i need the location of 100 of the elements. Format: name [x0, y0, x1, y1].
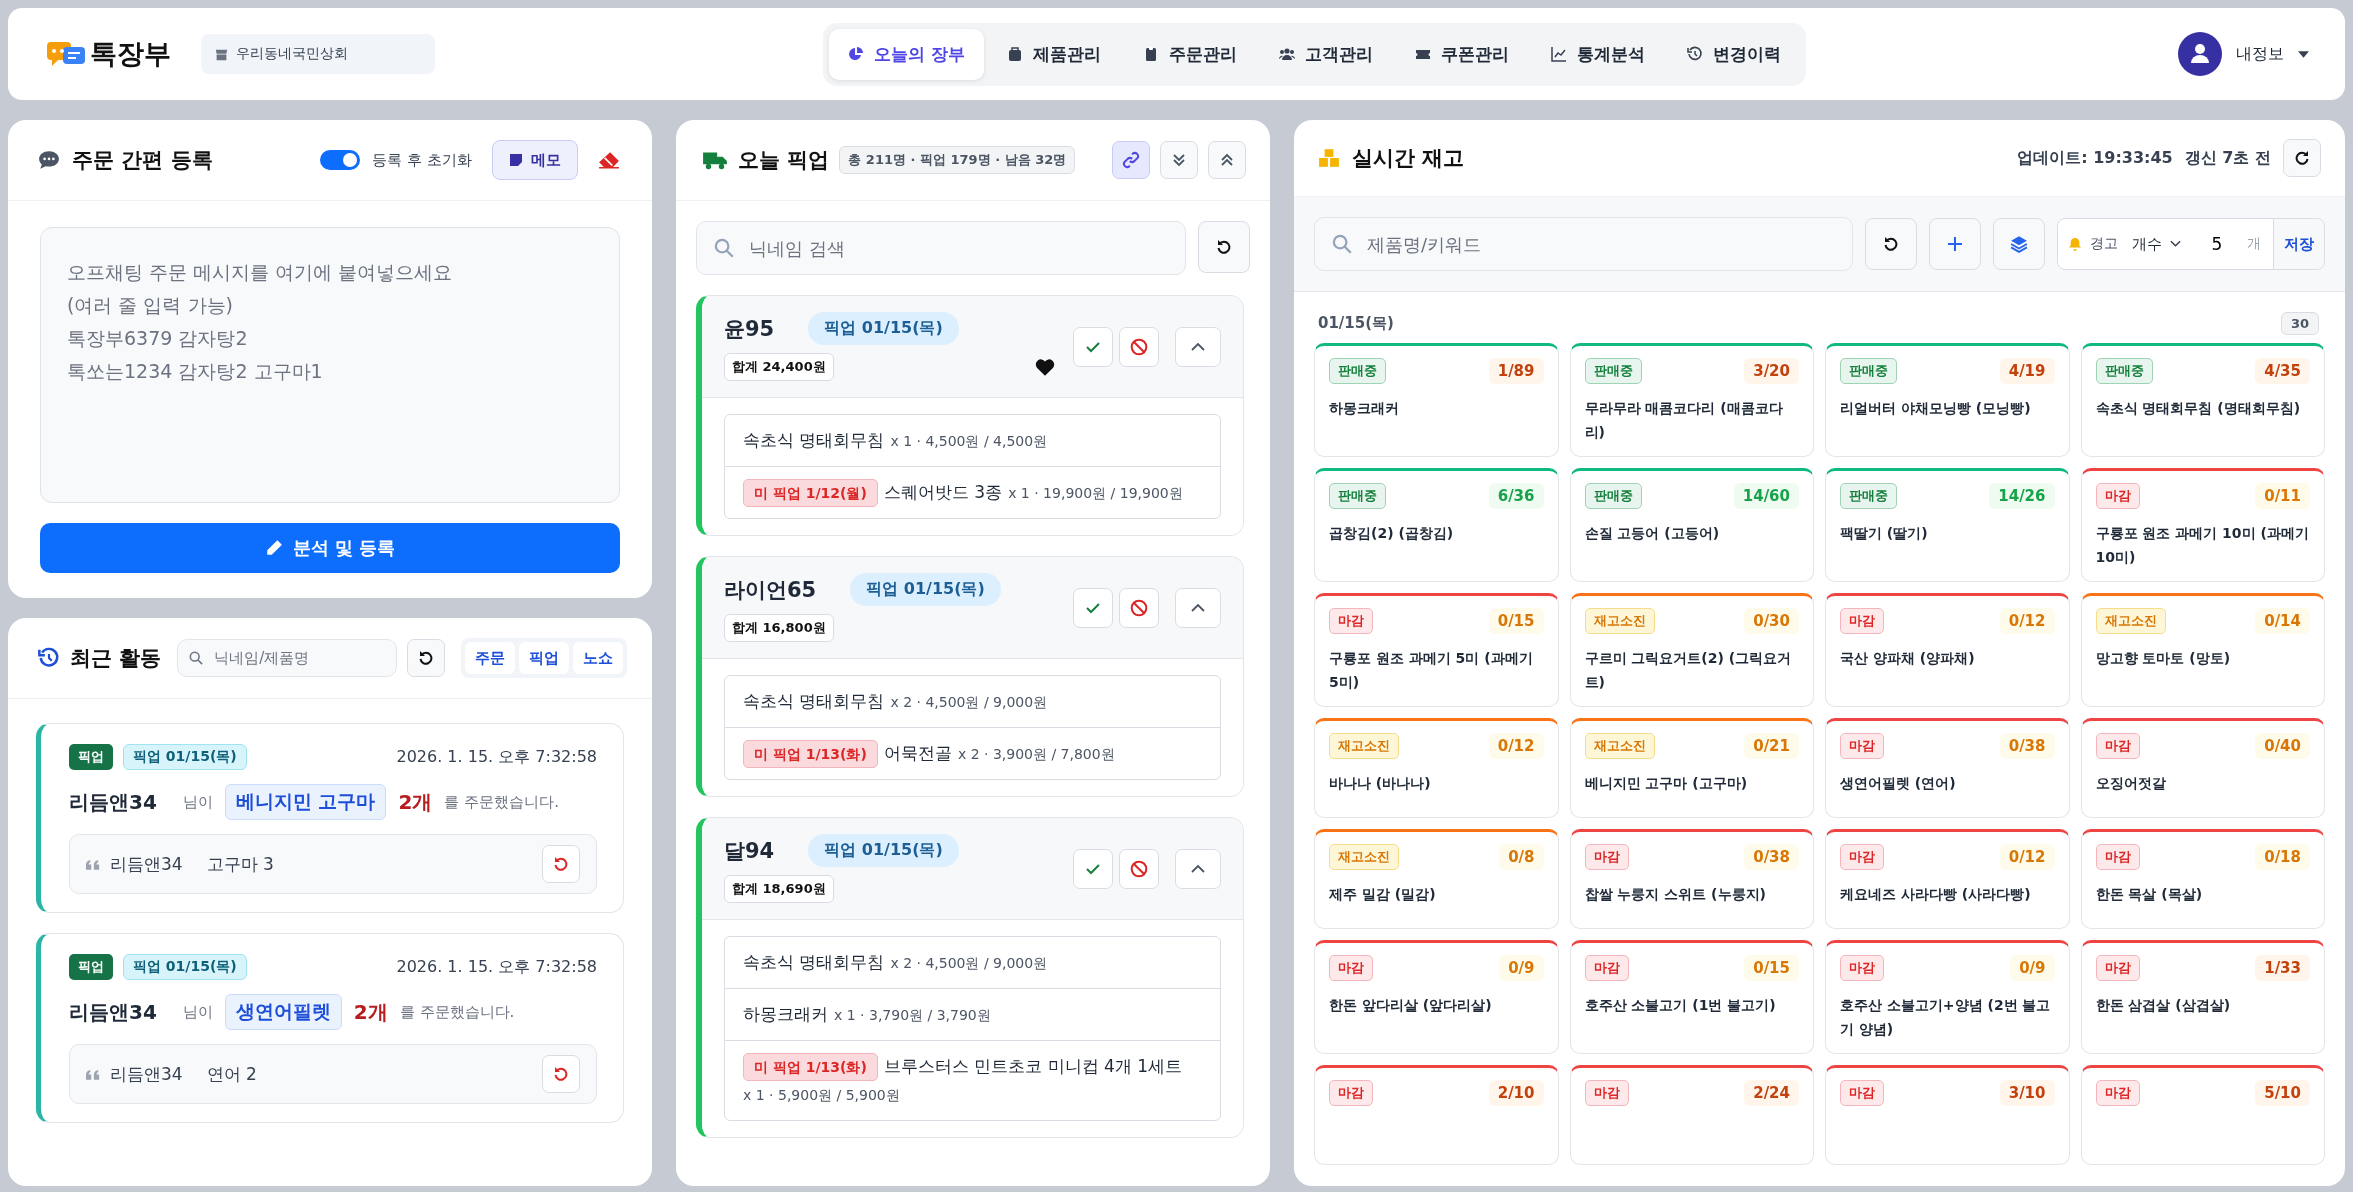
search-field[interactable]: 닉네임/제품명 — [177, 639, 398, 677]
nav-tab[interactable]: 제품관리 — [987, 28, 1120, 80]
stock-card[interactable]: 마감 0/38 생연어필렛 (연어) — [1825, 718, 2070, 818]
filter-button[interactable]: 픽업 — [519, 642, 570, 674]
stock-card[interactable]: 재고소진 0/14 망고향 토마토 (망토) — [2080, 593, 2325, 707]
product-name: 베니지민 고구마 (고구마) — [1584, 774, 1749, 793]
expand-all-button[interactable] — [1160, 141, 1198, 179]
layers-icon — [2010, 235, 2028, 253]
confirm-button[interactable] — [1073, 326, 1113, 367]
collapse-toggle-button[interactable] — [1175, 848, 1221, 889]
memo-button[interactable]: 메모 — [492, 140, 578, 180]
stock-card[interactable]: 마감 0/38 찹쌀 누룽지 스위트 (누룽지) — [1569, 829, 1814, 929]
stock-card[interactable]: 판매중 1/89 하몽크래커 — [1314, 343, 1559, 457]
search-field[interactable]: 제품명/키워드 — [1314, 217, 1853, 271]
order-verb-text: 를 주문했습니다. — [399, 1002, 515, 1022]
stock-card[interactable]: 재고소진 0/21 베니지민 고구마 (고구마) — [1569, 718, 1814, 818]
stock-card[interactable]: 판매중 14/26 팩딸기 (딸기) — [1825, 468, 2070, 582]
stock-count: 0/21 — [1744, 733, 1799, 759]
stock-card[interactable]: 마감 0/18 한돈 목살 (목살) — [2080, 829, 2325, 929]
no-show-button[interactable] — [1119, 848, 1159, 889]
confirm-button[interactable] — [1073, 587, 1113, 628]
activity-type-tag: 픽업 — [69, 744, 113, 770]
nav-tab[interactable]: 쿠폰관리 — [1395, 28, 1528, 80]
stock-card[interactable]: 마감 2/10 — [1314, 1065, 1559, 1165]
item-price-detail: x 1 · 5,900원 / 5,900원 — [743, 1086, 900, 1105]
item-name: 스퀘어밧드 3종 — [883, 481, 1003, 504]
stock-card[interactable]: 마감 2/24 — [1569, 1065, 1814, 1165]
customer-name: 달94 — [724, 837, 775, 865]
user-menu[interactable]: 내정보 — [2172, 31, 2315, 77]
confirm-button[interactable] — [1073, 848, 1113, 889]
stock-count: 0/11 — [2255, 483, 2310, 509]
reset-button[interactable] — [1865, 218, 1917, 270]
chevron-down-icon — [2170, 240, 2181, 248]
panel-title: 최근 활동 — [70, 645, 162, 672]
nav-tab[interactable]: 오늘의 장부 — [829, 28, 984, 80]
stock-card[interactable]: 판매중 3/20 무라무라 매콤코다리 (매콤코다리) — [1569, 343, 1814, 457]
subject-particle: 님이 — [182, 792, 213, 812]
double-chevron-up-icon — [1219, 152, 1235, 168]
stock-card[interactable]: 마감 0/40 오징어젓갈 — [2080, 718, 2325, 818]
status-badge: 마감 — [2095, 844, 2140, 870]
stock-card[interactable]: 재고소진 0/12 바나나 (바나나) — [1314, 718, 1559, 818]
nav-tab[interactable]: 통계분석 — [1531, 28, 1664, 80]
store-selector[interactable]: 우리동네국민상회 — [201, 34, 435, 74]
stock-card[interactable]: 마감 0/15 구룡포 원조 과메기 5미 (과메기 5미) — [1314, 593, 1559, 707]
stock-count: 3/20 — [1744, 358, 1799, 384]
collapse-all-button[interactable] — [1208, 141, 1246, 179]
no-show-button[interactable] — [1119, 587, 1159, 628]
stock-card[interactable]: 마감 0/12 케요네즈 사라다빵 (사라다빵) — [1825, 829, 2070, 929]
item-name: 속초식 명태회무침 — [743, 429, 885, 452]
stock-card[interactable]: 마감 5/10 — [2080, 1065, 2325, 1165]
stock-card[interactable]: 마감 3/10 — [1825, 1065, 2070, 1165]
nav-tab[interactable]: 주문관리 — [1123, 28, 1256, 80]
stock-card[interactable]: 마감 1/33 한돈 삼겹살 (삼겹살) — [2080, 940, 2325, 1054]
quote-name: 리듬앤34 — [110, 852, 183, 876]
nav-tab[interactable]: 고객관리 — [1259, 28, 1392, 80]
undo-icon — [553, 1066, 569, 1082]
nav-tab[interactable]: 변경이력 — [1667, 28, 1800, 80]
stock-card[interactable]: 판매중 14/60 손질 고등어 (고등어) — [1569, 468, 1814, 582]
ban-icon — [1130, 859, 1148, 878]
product-name: 구르미 그릭요거트(2) (그릭요거트) — [1584, 649, 1793, 692]
customer-name: 윤95 — [724, 315, 775, 343]
pickup-date-tag: 픽업 01/15(목) — [808, 834, 959, 867]
undo-button[interactable] — [542, 1055, 580, 1093]
stock-card[interactable]: 재고소진 0/8 제주 밀감 (밀감) — [1314, 829, 1559, 929]
message-input-field[interactable]: 오프채팅 주문 메시지를 여기에 붙여넣으세요 (여러 줄 입력 가능) 톡장부6379 감자탕2 톡쏘는1234 감자탕2 고구마1 — [40, 227, 620, 503]
stock-card[interactable]: 마감 0/15 호주산 소불고기 (1번 불고기) — [1569, 940, 1814, 1054]
stock-card[interactable]: 마감 0/9 한돈 앞다리살 (앞다리살) — [1314, 940, 1559, 1054]
filter-button[interactable]: 노쇼 — [573, 642, 624, 674]
undo-button[interactable] — [542, 845, 580, 883]
alert-mode-select[interactable]: 개수 — [2126, 234, 2187, 254]
filter-button[interactable]: 주문 — [465, 642, 516, 674]
status-badge: 마감 — [2095, 483, 2140, 509]
layers-button[interactable] — [1993, 218, 2045, 270]
stock-card[interactable]: 판매중 6/36 곱창김(2) (곱창김) — [1314, 468, 1559, 582]
reset-button[interactable] — [407, 639, 446, 677]
collapse-toggle-button[interactable] — [1175, 326, 1221, 367]
stock-card[interactable]: 마감 0/11 구룡포 원조 과메기 10미 (과메기 10미) — [2080, 468, 2325, 582]
stock-count: 5/10 — [2255, 1080, 2310, 1106]
save-button[interactable]: 저장 — [2273, 219, 2324, 269]
collapse-toggle-button[interactable] — [1175, 587, 1221, 628]
stock-card[interactable]: 마감 0/12 국산 양파채 (양파채) — [1825, 593, 2070, 707]
item-price-detail: x 1 · 4,500원 / 4,500원 — [890, 432, 1048, 451]
stock-card[interactable]: 판매중 4/19 리얼버터 야채모닝빵 (모닝빵) — [1825, 343, 2070, 457]
status-badge: 재고소진 — [1329, 733, 1399, 759]
link-button[interactable] — [1112, 141, 1150, 179]
no-show-button[interactable] — [1119, 326, 1159, 367]
stock-card[interactable]: 마감 0/9 호주산 소불고기+양념 (2번 불고기 양념) — [1825, 940, 2070, 1054]
item-price-detail: x 2 · 4,500원 / 9,000원 — [890, 954, 1048, 973]
caret-icon — [2298, 50, 2309, 58]
unpicked-tag: 미 픽업 1/12(월) — [743, 479, 878, 507]
search-field[interactable]: 닉네임 검색 — [696, 221, 1186, 275]
item-name: 속초식 명태회무침 — [743, 690, 885, 713]
stock-card[interactable]: 판매중 4/35 속초식 명태회무침 (명태회무침) — [2080, 343, 2325, 457]
analyze-submit-button[interactable]: 분석 및 등록 — [40, 523, 620, 573]
reset-button[interactable] — [1198, 221, 1250, 273]
stock-card[interactable]: 재고소진 0/30 구르미 그릭요거트(2) (그릭요거트) — [1569, 593, 1814, 707]
refresh-button[interactable] — [2283, 139, 2321, 177]
stock-count: 2/24 — [1744, 1080, 1799, 1106]
toggle-switch[interactable] — [320, 150, 361, 170]
product-name: 한돈 삼겹살 (삼겹살) — [2095, 996, 2232, 1015]
